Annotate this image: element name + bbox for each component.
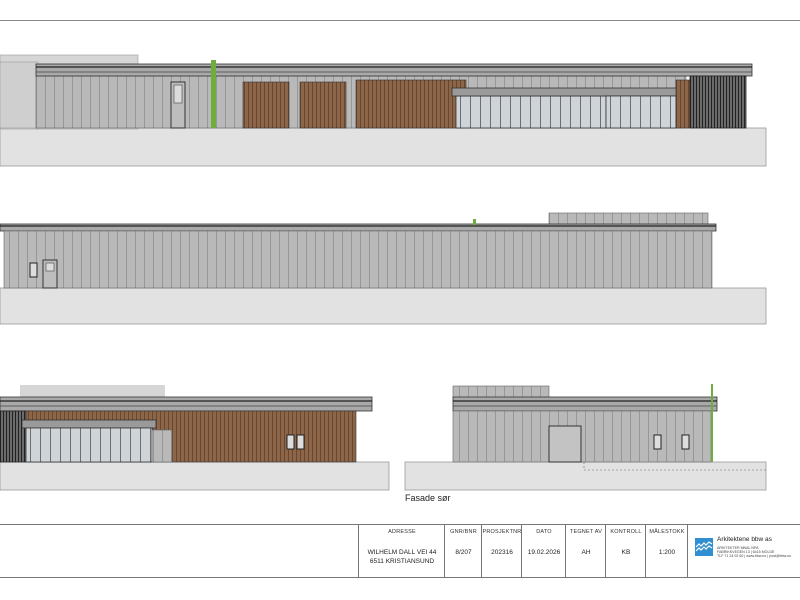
- glass-entrance: [25, 427, 153, 463]
- project-value: 202316: [491, 549, 513, 556]
- scale-cell: MÅLESTOKK 1:200: [645, 525, 688, 577]
- gnr-cell: GNR/BNR 8/207: [444, 525, 482, 577]
- elevation-1: [0, 54, 767, 167]
- entrance-canopy: [451, 87, 679, 97]
- check-label: KONTROLL: [610, 529, 642, 535]
- date-value: 19.02.2026: [527, 549, 561, 556]
- dark-fins: [689, 75, 747, 129]
- wood-cladding-right: [675, 79, 691, 129]
- date-cell: DATO 19.02.2026: [521, 525, 566, 577]
- wood-panel-1: [242, 81, 290, 129]
- project-label: PROSJEKTNR: [482, 529, 522, 535]
- scale-label: MÅLESTOKK: [649, 529, 685, 535]
- door-window: [173, 84, 183, 104]
- elevation-4: [404, 384, 767, 491]
- window-1: [286, 434, 295, 450]
- gnr-label: GNR/BNR: [450, 529, 477, 535]
- title-block: ADRESSE WILHELM DALL VEI 44 6511 KRISTIA…: [0, 524, 800, 578]
- ground-band: [0, 287, 767, 325]
- wood-cladding: [355, 79, 467, 129]
- project-cell: PROSJEKTNR 202316: [481, 525, 522, 577]
- grey-panel: [151, 429, 173, 463]
- upper-volume: [452, 385, 550, 399]
- window: [29, 262, 38, 278]
- check-cell: KONTROLL KB: [605, 525, 646, 577]
- green-downpipe: [211, 60, 216, 128]
- address-line1: WILHELM DALL VEI 44: [367, 549, 437, 556]
- drawn-label: TEGNET AV: [569, 529, 603, 535]
- address-cell: ADRESSE WILHELM DALL VEI 44 6511 KRISTIA…: [358, 525, 445, 577]
- glass-entrance-2: [605, 95, 677, 129]
- left-block: [0, 61, 39, 129]
- window-1: [653, 434, 662, 450]
- ground-band: [404, 461, 767, 491]
- firm-logo: [695, 538, 713, 556]
- drawn-value: AH: [581, 549, 591, 556]
- ground-band: [0, 461, 390, 491]
- gnr-value: 8/207: [455, 549, 472, 556]
- elevation-2: [0, 212, 767, 325]
- dark-fins: [0, 410, 27, 463]
- green-mark: [473, 219, 476, 225]
- date-label: DATO: [536, 529, 552, 535]
- wood-panel-2: [299, 81, 347, 129]
- roof-fascia: [452, 396, 718, 412]
- address-line2: 6511 KRISTIANSUND: [369, 558, 435, 565]
- long-facade: [3, 230, 713, 289]
- window-2: [681, 434, 690, 450]
- roof-fascia: [35, 63, 753, 77]
- elevation-3: [0, 385, 390, 491]
- check-value: KB: [621, 549, 631, 556]
- glass-entrance: [455, 95, 607, 129]
- drawing-caption: Fasade sør: [405, 493, 451, 503]
- ground-band: [0, 127, 767, 167]
- facade-drawings: [0, 54, 767, 491]
- roof-fascia: [0, 223, 717, 232]
- entrance-canopy: [21, 419, 157, 429]
- garage-door: [548, 425, 582, 463]
- drawn-cell: TEGNET AV AH: [565, 525, 606, 577]
- address-label: ADRESSE: [388, 529, 416, 535]
- green-downpipe: [711, 384, 713, 462]
- facade: [452, 410, 712, 463]
- roof-fascia: [0, 396, 373, 412]
- scale-value: 1:200: [658, 549, 676, 556]
- window-2: [296, 434, 305, 450]
- firm-name: Arkitektene bbw as: [717, 536, 772, 543]
- firm-line-3: TLF 71 24 02 60 | www.bbw.no | post@bbw.…: [717, 554, 792, 558]
- door-window: [45, 262, 55, 272]
